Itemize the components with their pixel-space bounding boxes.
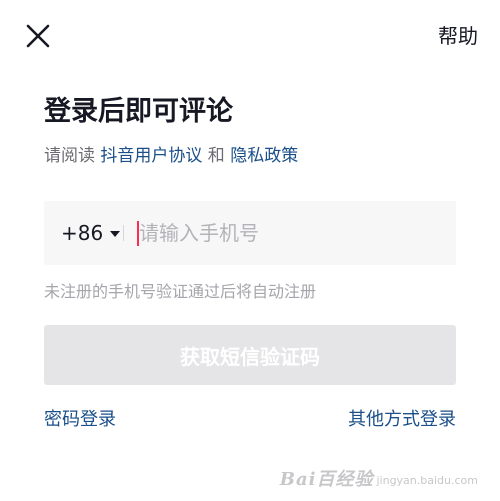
country-code-label: +86 (61, 221, 104, 245)
help-link[interactable]: 帮助 (438, 22, 478, 50)
watermark-logo: Bai百经验 (279, 469, 374, 490)
country-code-selector[interactable]: +86 (61, 219, 121, 247)
close-icon (26, 24, 50, 48)
phone-input-container: +86 (44, 201, 456, 265)
baidu-jingyan-watermark: Bai百经验 jingyan.baidu.com (280, 465, 478, 491)
agreement-conjunction: 和 (202, 146, 231, 166)
user-agreement-link[interactable]: 抖音用户协议 (100, 146, 202, 166)
get-sms-code-button[interactable]: 获取短信验证码 (44, 325, 456, 385)
page-title: 登录后即可评论 (44, 96, 233, 127)
watermark-url: jingyan.baidu.com (376, 473, 478, 487)
agreement-prefix: 请阅读 (44, 146, 101, 166)
other-login-methods-link[interactable]: 其他方式登录 (348, 407, 456, 433)
close-button[interactable] (24, 22, 52, 50)
caret-down-icon (110, 231, 121, 237)
phone-number-input[interactable] (136, 215, 439, 251)
input-divider (123, 225, 124, 241)
agreement-line: 请阅读 抖音用户协议 和 隐私政策 (44, 143, 298, 169)
auto-register-hint: 未注册的手机号验证通过后将自动注册 (44, 282, 317, 301)
privacy-policy-link[interactable]: 隐私政策 (230, 146, 298, 166)
text-cursor (137, 221, 139, 246)
password-login-link[interactable]: 密码登录 (44, 407, 116, 433)
